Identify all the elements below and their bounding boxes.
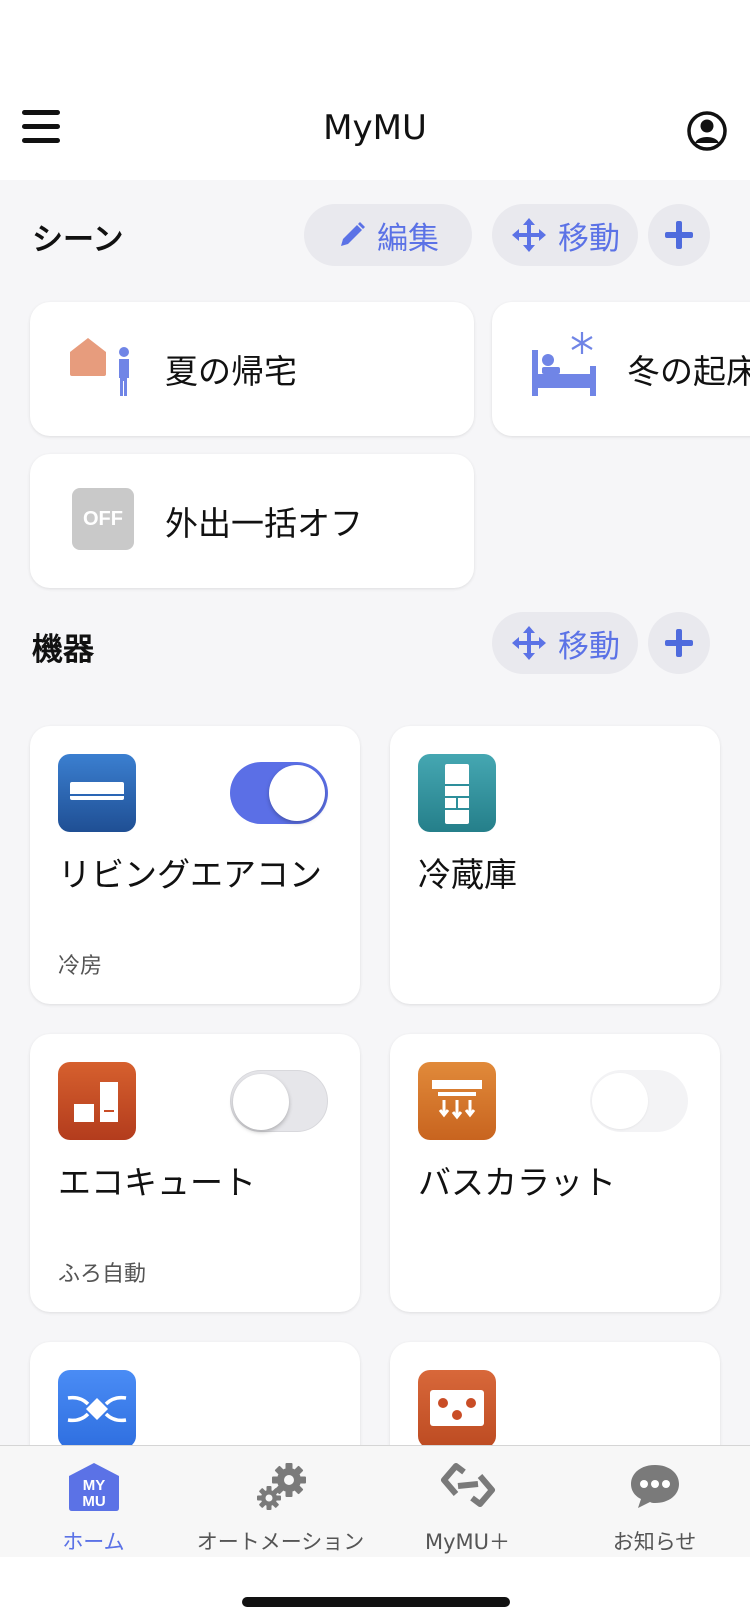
- device-card-ih-cooktop[interactable]: [390, 1342, 720, 1445]
- device-card-ecocute[interactable]: エコキュート ふろ自動: [30, 1034, 360, 1312]
- device-name: エコキュート: [58, 1163, 256, 1202]
- pencil-icon: [341, 222, 365, 246]
- top-bar: MyMU: [0, 0, 750, 180]
- svg-text:MY: MY: [82, 1477, 105, 1494]
- plus-icon: [665, 221, 693, 249]
- scene-label: 外出一括オフ: [165, 504, 363, 543]
- add-device-button[interactable]: [648, 612, 710, 674]
- device-card-living-aircon[interactable]: リビングエアコン 冷房: [30, 726, 360, 1004]
- tab-label: ホーム: [62, 1530, 125, 1554]
- ecocute-power-toggle[interactable]: [230, 1070, 328, 1132]
- scene-label: 冬の起床: [627, 352, 750, 391]
- user-circle-icon[interactable]: [686, 110, 728, 152]
- device-move-label: 移動: [558, 628, 620, 665]
- scene-edit-label: 編集: [377, 220, 439, 257]
- add-scene-button[interactable]: [648, 204, 710, 266]
- scene-card-all-off[interactable]: OFF 外出一括オフ: [30, 454, 474, 588]
- device-card-refrigerator[interactable]: 冷蔵庫: [390, 726, 720, 1004]
- move-arrows-icon: [512, 626, 546, 660]
- scene-label: 夏の帰宅: [165, 352, 297, 391]
- bottom-tab-bar: MY MU ホーム オートメーション MyMU＋ お知らせ: [0, 1445, 750, 1557]
- mymu-home-icon: MY MU: [67, 1462, 121, 1516]
- app-title: MyMU: [323, 108, 427, 148]
- ih-cooktop-icon: [418, 1370, 496, 1445]
- home-indicator[interactable]: [242, 1597, 510, 1607]
- chat-bubble-icon: [628, 1462, 682, 1514]
- off-icon: OFF: [72, 488, 134, 550]
- refrigerator-icon: [418, 754, 496, 832]
- tab-home[interactable]: MY MU ホーム: [0, 1446, 187, 1558]
- bath-heater-icon: [418, 1062, 496, 1140]
- move-arrows-icon: [512, 218, 546, 252]
- tab-automation[interactable]: オートメーション: [187, 1446, 374, 1558]
- device-status: ふろ自動: [58, 1262, 147, 1287]
- device-card-ventilation[interactable]: [30, 1342, 360, 1445]
- tab-label: お知らせ: [612, 1530, 697, 1554]
- device-card-bath-heater[interactable]: バスカラット: [390, 1034, 720, 1312]
- plus-icon: [665, 629, 693, 657]
- scene-move-label: 移動: [558, 220, 620, 257]
- gears-icon: [253, 1462, 309, 1518]
- device-name: 冷蔵庫: [418, 855, 517, 894]
- bath-heater-power-toggle[interactable]: [590, 1070, 688, 1132]
- aircon-power-toggle[interactable]: [230, 762, 328, 824]
- eco-cute-icon: [58, 1062, 136, 1140]
- scene-card-summer-return[interactable]: 夏の帰宅: [30, 302, 474, 436]
- main-content[interactable]: シーン 編集 移動 夏の帰宅 冬の起床 OFF 外出一括オフ 機器 移動 リビン…: [0, 180, 750, 1445]
- device-name: バスカラット: [418, 1163, 616, 1202]
- air-conditioner-icon: [58, 754, 136, 832]
- device-status: 冷房: [58, 954, 103, 979]
- link-icon: [440, 1462, 496, 1512]
- tab-notifications[interactable]: お知らせ: [561, 1446, 748, 1558]
- device-move-button[interactable]: 移動: [492, 612, 638, 674]
- ventilation-icon: [58, 1370, 136, 1445]
- tab-label: MyMU＋: [424, 1530, 511, 1554]
- device-name: リビングエアコン: [58, 855, 322, 894]
- scene-move-button[interactable]: 移動: [492, 204, 638, 266]
- scene-edit-button[interactable]: 編集: [304, 204, 472, 266]
- svg-text:MU: MU: [82, 1493, 105, 1510]
- devices-section-title: 機器: [32, 632, 94, 668]
- safe-area-bottom: [0, 1557, 750, 1623]
- scene-card-winter-wakeup[interactable]: 冬の起床: [492, 302, 750, 436]
- scenes-section-title: シーン: [32, 222, 124, 258]
- tab-label: オートメーション: [196, 1530, 365, 1554]
- bed-snowflake-icon: [532, 332, 596, 396]
- tab-mymu-plus[interactable]: MyMU＋: [374, 1446, 561, 1558]
- home-person-icon: [70, 338, 129, 396]
